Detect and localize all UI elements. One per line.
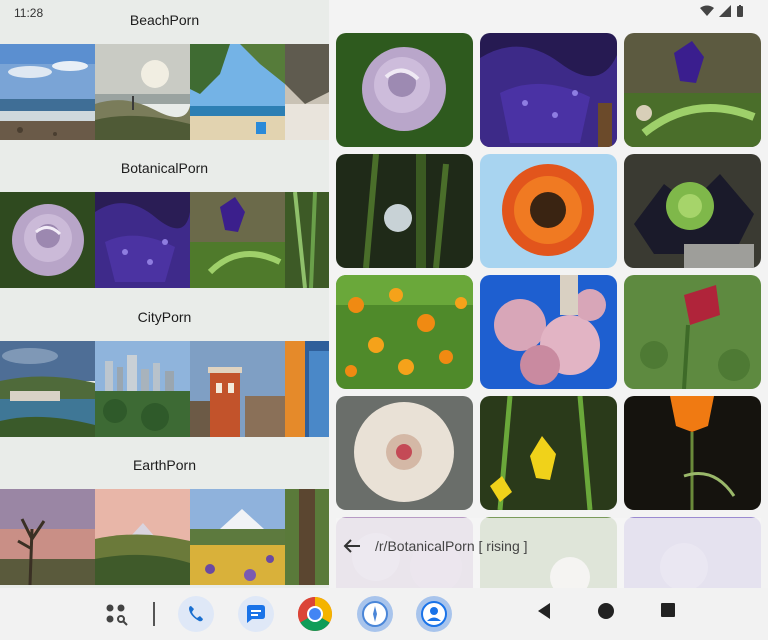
section-title: EarthPorn <box>132 457 197 473</box>
poppy-field-image <box>336 275 473 389</box>
subreddit-list: 11:28 BeachPorn BotanicalPorn CityPorn E… <box>0 0 329 588</box>
subreddit-section[interactable]: CityPorn <box>0 297 329 437</box>
flower-image <box>95 192 190 288</box>
city-image <box>0 341 95 437</box>
city-image <box>95 341 190 437</box>
section-title: CityPorn <box>137 309 192 325</box>
thumbnail[interactable] <box>285 489 329 585</box>
flower-image <box>285 192 329 288</box>
thumbnail[interactable] <box>190 44 285 140</box>
thumbnail[interactable] <box>190 489 285 585</box>
image-strip[interactable] <box>0 192 329 288</box>
app-drawer-icon[interactable] <box>98 596 134 632</box>
image-tile[interactable] <box>624 154 761 268</box>
home-nav-icon[interactable] <box>597 602 615 620</box>
flower-image <box>190 192 285 288</box>
section-title: BotanicalPorn <box>120 160 209 176</box>
thumbnail[interactable] <box>190 192 285 288</box>
image-tile[interactable] <box>336 396 473 510</box>
landscape-image <box>95 489 190 585</box>
image-tile[interactable] <box>624 33 761 147</box>
plant-image <box>336 154 473 268</box>
subreddit-label: /r/BotanicalPorn [ rising ] <box>375 538 528 554</box>
taskbar <box>0 588 768 640</box>
clover-image <box>624 275 761 389</box>
section-title: BeachPorn <box>129 12 200 28</box>
thumbnail[interactable] <box>95 44 190 140</box>
beach-image <box>285 44 329 140</box>
wifi-icon <box>700 5 714 16</box>
thumbnail[interactable] <box>0 341 95 437</box>
iris-image <box>480 33 617 147</box>
subreddit-section[interactable]: BotanicalPorn <box>0 148 329 288</box>
flower-image <box>0 192 95 288</box>
chrome-icon[interactable] <box>297 596 333 632</box>
thumbnail[interactable] <box>0 489 95 585</box>
thumbnail[interactable] <box>0 192 95 288</box>
thumbnail[interactable] <box>95 192 190 288</box>
image-tile[interactable] <box>480 33 617 147</box>
status-icons <box>700 5 744 17</box>
image-tile[interactable] <box>336 154 473 268</box>
thumbnail[interactable] <box>190 341 285 437</box>
messages-icon[interactable] <box>238 596 274 632</box>
sunflower-image <box>480 154 617 268</box>
recents-nav-icon[interactable] <box>660 602 676 618</box>
thumbnail[interactable] <box>95 341 190 437</box>
phone-icon[interactable] <box>178 596 214 632</box>
back-arrow-icon[interactable] <box>343 539 361 553</box>
blossom-image <box>480 275 617 389</box>
image-tile[interactable] <box>624 396 761 510</box>
landscape-image <box>0 489 95 585</box>
account-icon[interactable] <box>416 596 452 632</box>
landscape-image <box>285 489 329 585</box>
beach-image <box>0 44 95 140</box>
city-image <box>285 341 329 437</box>
beach-image <box>95 44 190 140</box>
image-tile[interactable] <box>480 275 617 389</box>
subreddit-section[interactable]: BeachPorn <box>0 0 329 140</box>
image-grid-pane: /r/BotanicalPorn [ rising ] <box>329 0 768 588</box>
image-tile[interactable] <box>624 275 761 389</box>
divider <box>153 602 155 626</box>
yellow-iris-image <box>480 396 617 510</box>
landscape-image <box>190 489 285 585</box>
city-image <box>190 341 285 437</box>
thumbnail[interactable] <box>285 341 329 437</box>
compass-icon[interactable] <box>357 596 393 632</box>
subreddit-section[interactable]: EarthPorn <box>0 445 329 585</box>
image-strip[interactable] <box>0 341 329 437</box>
thumbnail[interactable] <box>285 192 329 288</box>
tillandsia-image <box>336 396 473 510</box>
battery-icon <box>737 5 743 17</box>
beach-image <box>190 44 285 140</box>
rose-image <box>336 33 473 147</box>
thumbnail[interactable] <box>0 44 95 140</box>
violet-image <box>624 33 761 147</box>
image-tile[interactable] <box>336 275 473 389</box>
image-strip[interactable] <box>0 489 329 585</box>
thumbnail[interactable] <box>285 44 329 140</box>
image-tile[interactable] <box>480 154 617 268</box>
screen: 11:28 BeachPorn BotanicalPorn CityPorn E… <box>0 0 768 640</box>
image-tile[interactable] <box>480 396 617 510</box>
subreddit-bar[interactable]: /r/BotanicalPorn [ rising ] <box>343 526 528 566</box>
back-nav-icon[interactable] <box>536 602 552 620</box>
signal-icon <box>719 5 731 17</box>
succulent-image <box>624 154 761 268</box>
image-tile[interactable] <box>336 33 473 147</box>
orange-poppy-image <box>624 396 761 510</box>
thumbnail[interactable] <box>95 489 190 585</box>
image-strip[interactable] <box>0 44 329 140</box>
